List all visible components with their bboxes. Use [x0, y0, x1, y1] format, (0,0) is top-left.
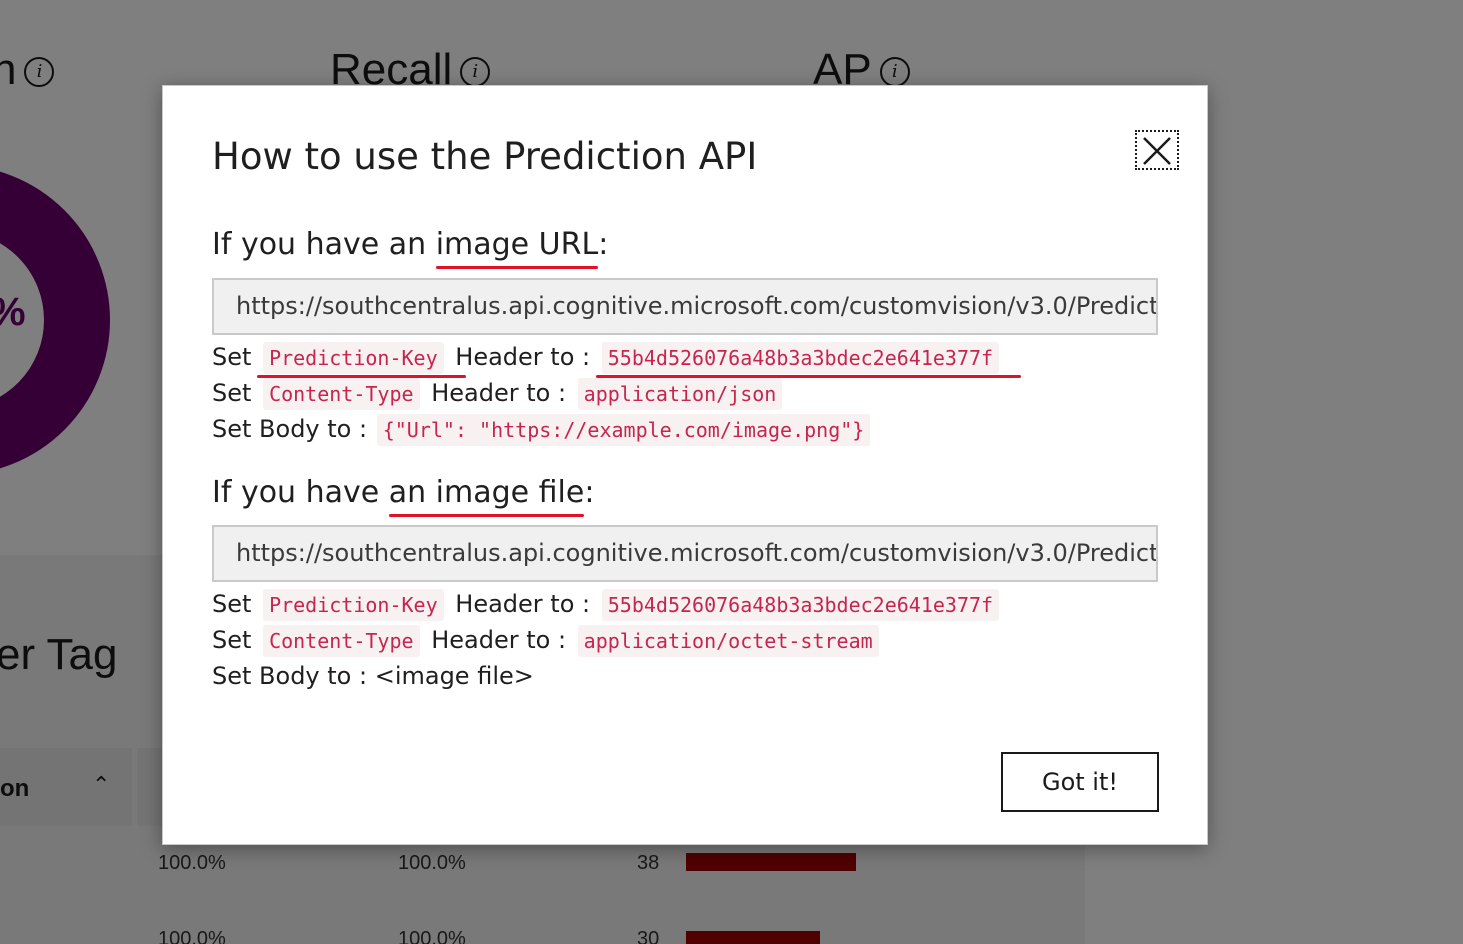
heading-text: If you have an: [212, 227, 436, 262]
heading-text: If you have: [212, 475, 389, 510]
close-icon: [1143, 136, 1171, 165]
content-type-name: Content-Type: [263, 378, 420, 410]
close-button[interactable]: [1135, 130, 1179, 170]
heading-highlight: image URL: [435, 227, 599, 269]
body-line: Set Body to : <image file>: [212, 659, 534, 693]
image-file-heading: If you have an image file:: [212, 475, 595, 517]
heading-highlight: an image file: [388, 475, 585, 517]
set-word: Set: [212, 343, 252, 371]
prediction-key-name: Prediction-Key: [263, 589, 444, 621]
prediction-key-value[interactable]: 55b4d526076a48b3a3bdec2e641e377f: [601, 589, 1000, 621]
header-to-text: Header to :: [431, 379, 567, 407]
body-to-text: Set Body to :: [212, 415, 368, 443]
content-type-line: Set Content-Type Header to : application…: [212, 623, 883, 657]
header-to-text: Header to :: [431, 626, 567, 654]
image-url-heading: If you have an image URL:: [212, 227, 609, 269]
dialog-title: How to use the Prediction API: [212, 135, 758, 178]
got-it-button[interactable]: Got it!: [1001, 752, 1159, 812]
prediction-key-name: Prediction-Key: [257, 342, 466, 378]
prediction-key-line: Set Prediction-Key Header to : 55b4d5260…: [212, 340, 1022, 378]
content-type-value[interactable]: application/json: [577, 378, 783, 410]
prediction-key-line: Set Prediction-Key Header to : 55b4d5260…: [212, 587, 1003, 621]
set-word: Set: [212, 590, 252, 618]
body-value: <image file>: [374, 662, 534, 690]
header-to-text: Header to :: [455, 343, 591, 371]
header-to-text: Header to :: [455, 590, 591, 618]
body-to-text: Set Body to :: [212, 662, 368, 690]
prediction-api-dialog: How to use the Prediction API If you hav…: [162, 85, 1208, 845]
prediction-key-value[interactable]: 55b4d526076a48b3a3bdec2e641e377f: [595, 342, 1022, 378]
heading-suffix: :: [598, 227, 609, 262]
image-file-endpoint-field[interactable]: https://southcentralus.api.cognitive.mic…: [212, 525, 1158, 582]
content-type-name: Content-Type: [263, 625, 420, 657]
content-type-value[interactable]: application/octet-stream: [577, 625, 879, 657]
body-line: Set Body to : {"Url": "https://example.c…: [212, 412, 874, 446]
body-value[interactable]: {"Url": "https://example.com/image.png"}: [376, 414, 871, 446]
image-url-endpoint-field[interactable]: https://southcentralus.api.cognitive.mic…: [212, 278, 1158, 335]
heading-suffix: :: [584, 475, 595, 510]
set-word: Set: [212, 379, 252, 407]
set-word: Set: [212, 626, 252, 654]
content-type-line: Set Content-Type Header to : application…: [212, 376, 786, 410]
